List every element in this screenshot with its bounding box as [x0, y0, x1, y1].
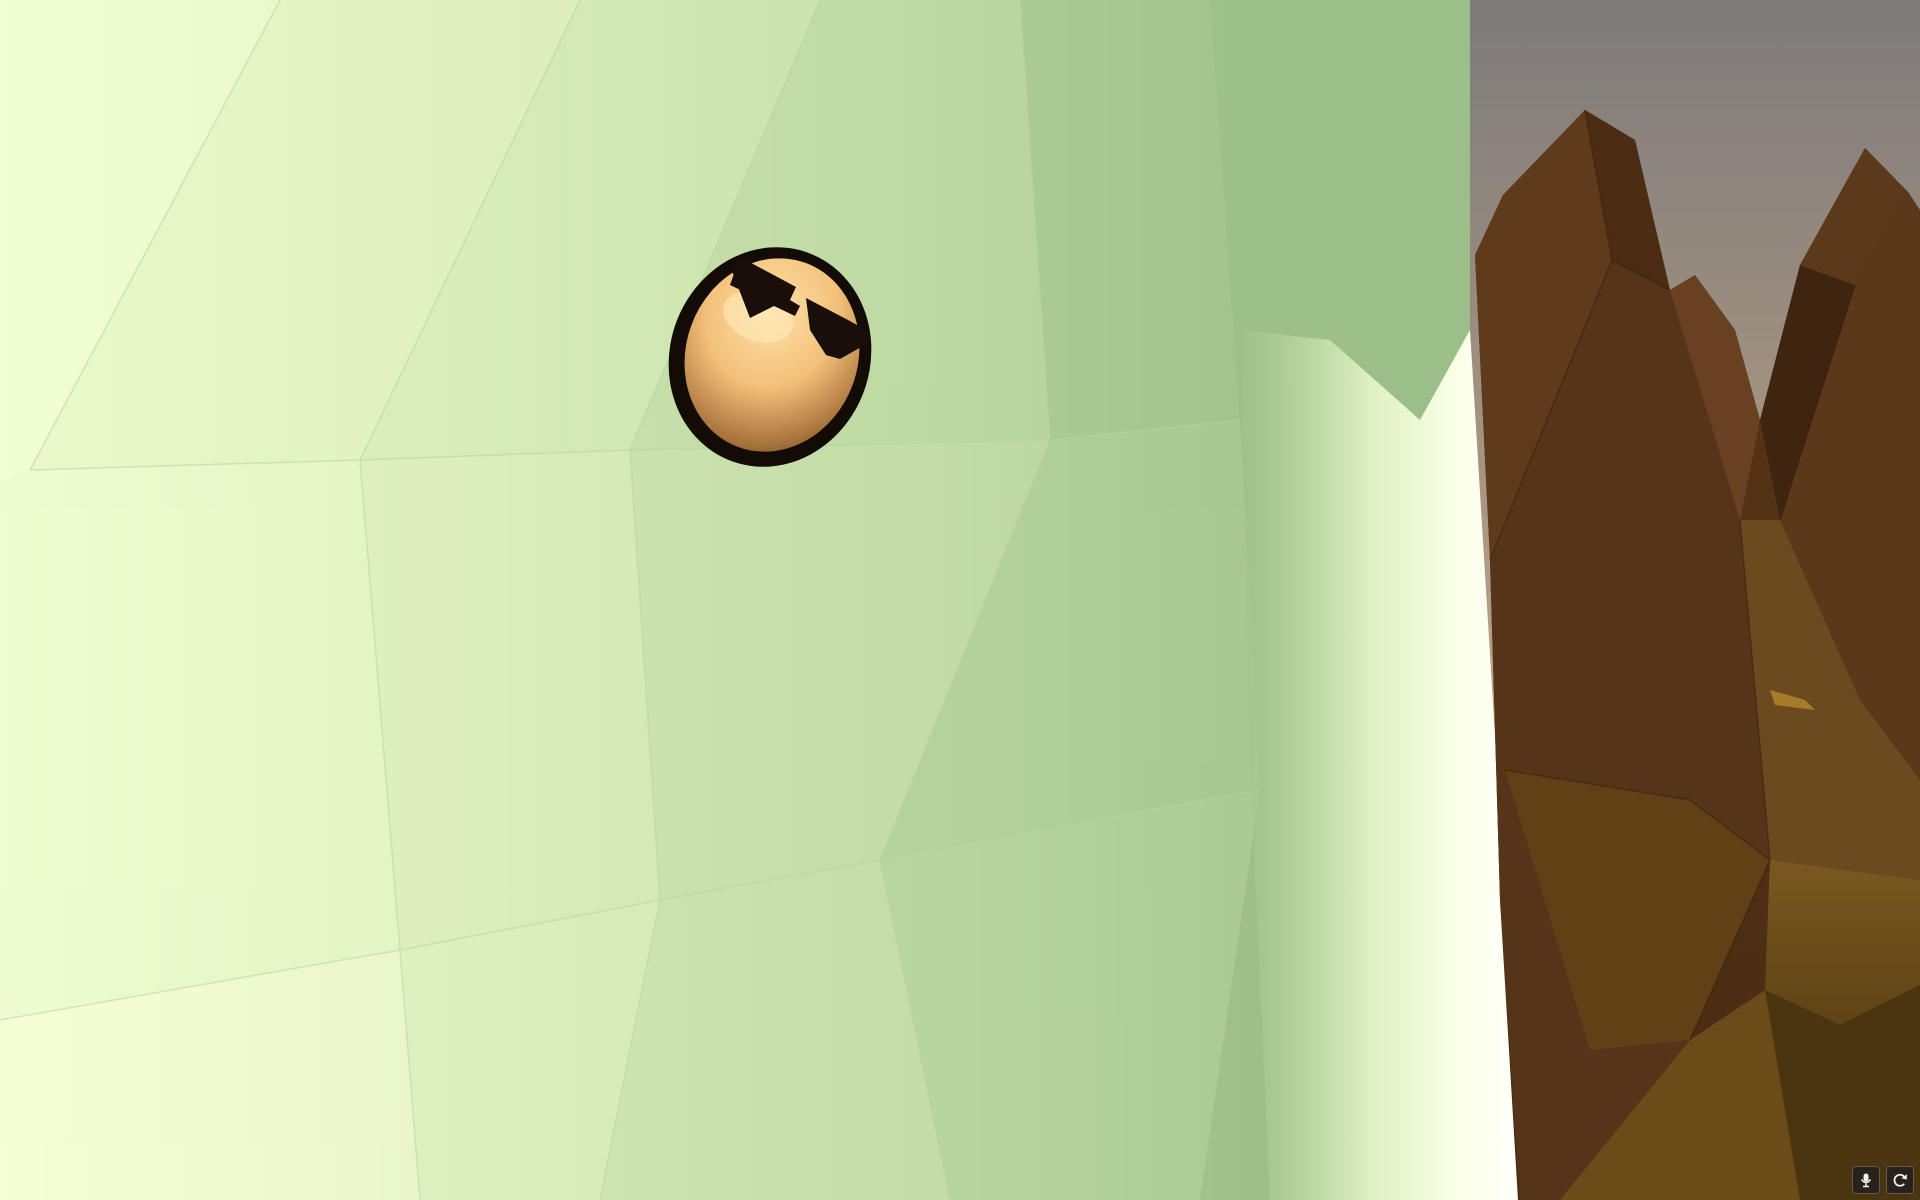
microphone-button[interactable]: microphone — [1852, 1166, 1880, 1194]
microphone-icon — [1860, 1173, 1872, 1188]
game-viewport[interactable]: microphone refresh — [0, 0, 1920, 1200]
game-scene — [0, 0, 1920, 1200]
refresh-icon — [1893, 1173, 1907, 1187]
hud-controls: microphone refresh — [1852, 1166, 1914, 1194]
refresh-button[interactable]: refresh — [1886, 1166, 1914, 1194]
